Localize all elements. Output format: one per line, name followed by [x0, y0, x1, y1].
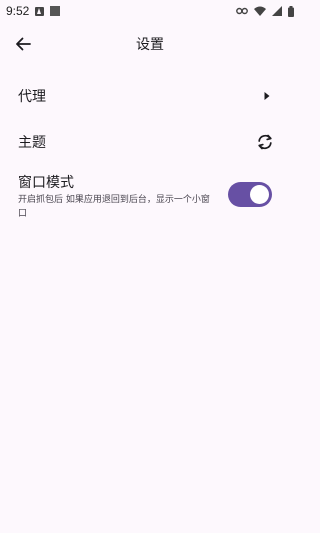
- status-time: 9:52: [6, 4, 30, 18]
- status-right: [236, 5, 294, 17]
- setting-label-proxy: 代理: [18, 89, 46, 105]
- setting-label-theme: 主题: [18, 135, 46, 151]
- setting-row-proxy[interactable]: 代理: [0, 84, 300, 108]
- proxy-action: [264, 92, 270, 101]
- page-title: 设置: [136, 37, 164, 53]
- signal-icon: [272, 6, 282, 16]
- notification-square-icon: [50, 6, 61, 16]
- link-icon: [236, 7, 248, 15]
- setting-row-window-mode[interactable]: 窗口模式 开启抓包后 如果应用退回到后台，显示一个小窗口: [0, 172, 300, 224]
- chevron-right-icon: [264, 92, 270, 100]
- status-bar: 9:52: [0, 0, 300, 22]
- window-mode-toggle[interactable]: [228, 182, 272, 207]
- app-bar: 设置: [0, 24, 300, 64]
- wifi-icon: [254, 6, 266, 16]
- battery-icon: [288, 5, 294, 17]
- setting-row-theme[interactable]: 主题: [0, 130, 300, 154]
- sync-icon: [258, 134, 272, 150]
- setting-description-window-mode: 开启抓包后 如果应用退回到后台，显示一个小窗口: [18, 195, 210, 219]
- theme-action[interactable]: [256, 134, 274, 150]
- notification-a-icon: [35, 6, 45, 16]
- status-left: 9:52: [6, 4, 61, 18]
- toggle-thumb: [250, 185, 269, 204]
